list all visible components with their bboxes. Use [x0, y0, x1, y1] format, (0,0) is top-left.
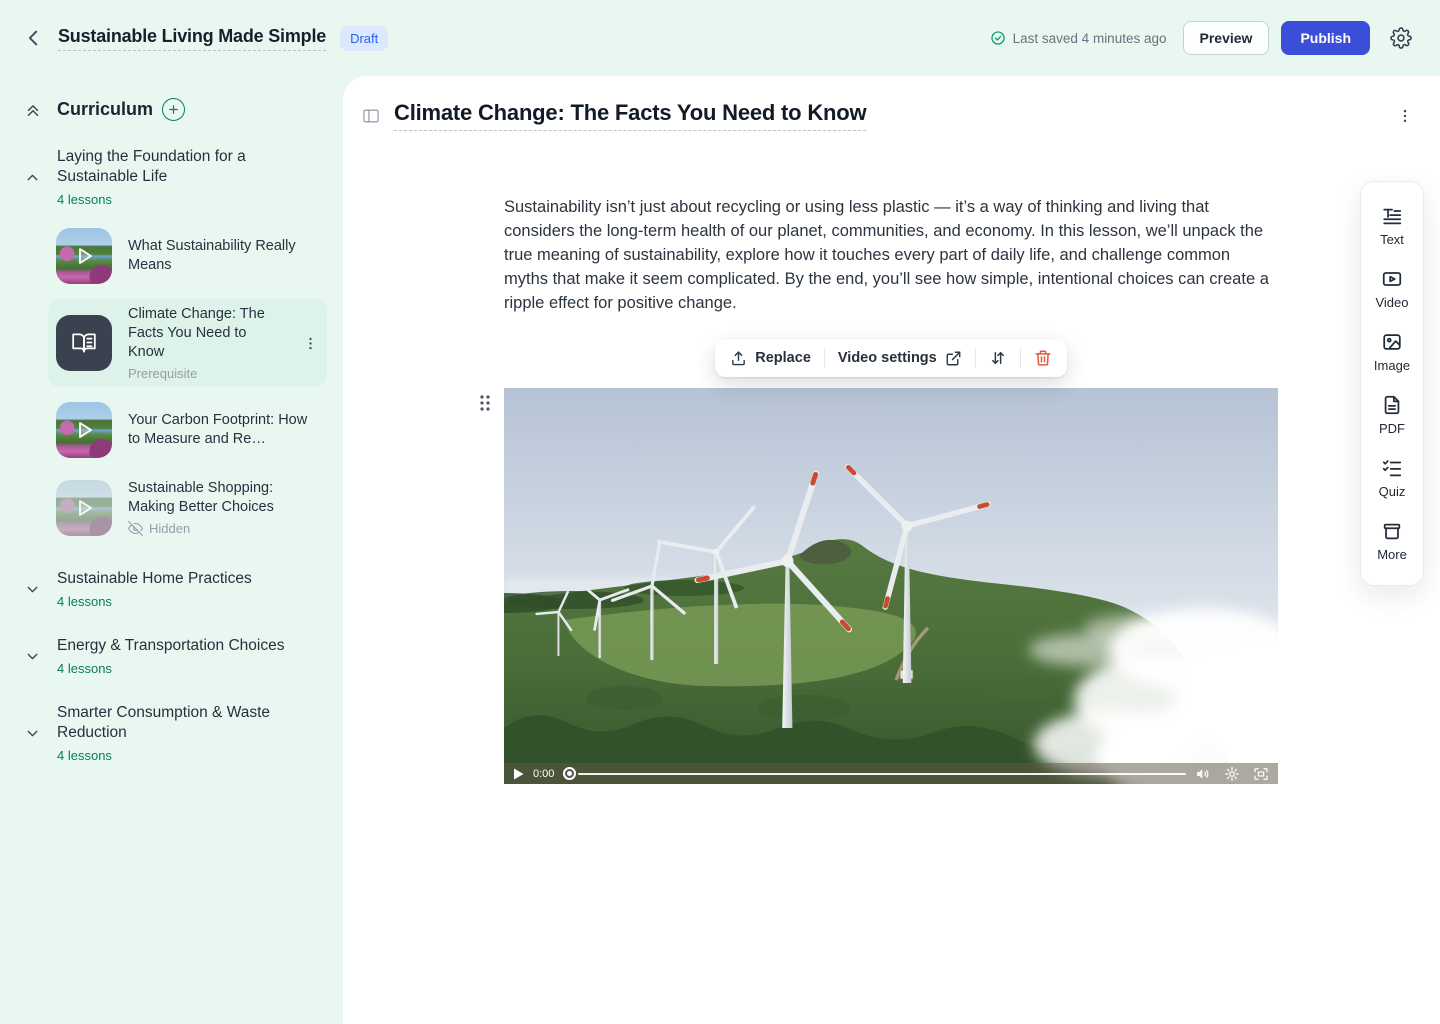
check-circle-icon [990, 30, 1006, 46]
gear-icon[interactable] [1388, 25, 1414, 51]
video-scrubber[interactable] [563, 767, 1186, 780]
wind-farm-video-still [504, 388, 1278, 784]
lesson-hidden-status: Hidden [128, 521, 319, 536]
trash-icon[interactable] [1034, 349, 1052, 367]
section-header[interactable]: Sustainable Home Practices 4 lessons [0, 569, 343, 609]
curriculum-title: Curriculum [57, 99, 153, 120]
lesson-title: Climate Change: The Facts You Need to Kn… [128, 305, 286, 362]
lesson-item-selected[interactable]: Climate Change: The Facts You Need to Kn… [48, 299, 327, 387]
course-title[interactable]: Sustainable Living Made Simple [58, 26, 326, 51]
external-link-icon [945, 350, 962, 367]
curriculum-section: Laying the Foundation for a Sustainable … [0, 147, 343, 542]
section-header[interactable]: Laying the Foundation for a Sustainable … [0, 147, 343, 207]
lesson-editor-panel: Climate Change: The Facts You Need to Kn… [343, 76, 1440, 1024]
palette-item-text[interactable]: Text [1380, 205, 1404, 247]
fullscreen-icon[interactable] [1253, 766, 1269, 782]
curriculum-header: Curriculum [0, 98, 343, 121]
lesson-title: Sustainable Shopping: Making Better Choi… [128, 479, 319, 517]
video-controls-bar: 0:00 [504, 763, 1278, 784]
palette-item-video[interactable]: Video [1375, 268, 1408, 310]
palette-item-image[interactable]: Image [1374, 331, 1410, 373]
video-thumbnail [56, 228, 112, 284]
image-block-icon [1381, 331, 1403, 353]
collapse-all-icon[interactable] [24, 101, 42, 119]
curriculum-section: Sustainable Home Practices 4 lessons [0, 569, 343, 609]
palette-item-pdf[interactable]: PDF [1379, 394, 1405, 436]
palette-item-more[interactable]: More [1377, 520, 1407, 562]
toolbar-divider [824, 348, 825, 368]
status-badge: Draft [340, 26, 388, 51]
play-button[interactable] [513, 768, 524, 780]
reading-lesson-icon [56, 315, 112, 371]
chevron-down-icon[interactable] [24, 581, 41, 598]
lesson-prerequisite-label: Prerequisite [128, 366, 286, 381]
quiz-block-icon [1381, 457, 1403, 479]
lesson-item[interactable]: What Sustainability Really Means [48, 222, 327, 290]
palette-item-quiz[interactable]: Quiz [1379, 457, 1406, 499]
toolbar-divider [1020, 348, 1021, 368]
header-actions: Last saved 4 minutes ago Preview Publish [990, 21, 1414, 55]
volume-icon[interactable] [1195, 766, 1211, 782]
block-palette: Text Video Image PDF Quiz More [1360, 181, 1424, 586]
section-header[interactable]: Energy & Transportation Choices 4 lesson… [0, 636, 343, 676]
pdf-block-icon [1381, 394, 1403, 416]
play-icon [73, 419, 95, 441]
chevron-down-icon[interactable] [24, 648, 41, 665]
section-header[interactable]: Smarter Consumption & Waste Reduction 4 … [0, 703, 343, 763]
chevron-up-icon[interactable] [24, 169, 41, 186]
section-title: Laying the Foundation for a Sustainable … [57, 147, 293, 187]
video-thumbnail [56, 480, 112, 536]
book-open-icon [71, 330, 97, 356]
eye-off-icon [128, 521, 143, 536]
video-time: 0:00 [533, 768, 554, 780]
player-settings-icon[interactable] [1224, 766, 1240, 782]
section-lesson-count: 4 lessons [57, 748, 293, 763]
last-saved-text: Last saved 4 minutes ago [1013, 31, 1167, 46]
curriculum-section: Energy & Transportation Choices 4 lesson… [0, 636, 343, 676]
back-button[interactable] [22, 26, 46, 50]
section-lesson-count: 4 lessons [57, 661, 284, 676]
lesson-title: Your Carbon Footprint: How to Measure an… [128, 411, 319, 449]
section-title: Sustainable Home Practices [57, 569, 252, 589]
last-saved-status: Last saved 4 minutes ago [990, 30, 1167, 46]
section-title: Smarter Consumption & Waste Reduction [57, 703, 293, 743]
lesson-heading[interactable]: Climate Change: The Facts You Need to Kn… [394, 100, 866, 131]
add-section-button[interactable] [162, 98, 185, 121]
swap-vertical-icon[interactable] [989, 349, 1007, 367]
plus-icon [167, 103, 180, 116]
video-settings-button[interactable]: Video settings [838, 350, 962, 367]
scrubber-track[interactable] [578, 773, 1186, 775]
curriculum-sidebar: Curriculum Laying the Foundation for a S… [0, 76, 343, 1024]
top-bar: Sustainable Living Made Simple Draft Las… [0, 0, 1440, 76]
section-lesson-count: 4 lessons [57, 594, 252, 609]
lesson-kebab-icon[interactable] [302, 335, 319, 352]
toolbar-divider [975, 348, 976, 368]
scrubber-knob[interactable] [563, 767, 576, 780]
section-lesson-count: 4 lessons [57, 192, 293, 207]
publish-button[interactable]: Publish [1281, 21, 1370, 55]
lesson-options-kebab-icon[interactable] [1396, 107, 1414, 125]
play-icon [73, 497, 95, 519]
curriculum-section: Smarter Consumption & Waste Reduction 4 … [0, 703, 343, 763]
lesson-intro-paragraph[interactable]: Sustainability isn’t just about recyclin… [504, 195, 1278, 315]
preview-button[interactable]: Preview [1183, 21, 1270, 55]
lesson-list: What Sustainability Really Means Climate… [48, 222, 327, 542]
lesson-title: What Sustainability Really Means [128, 237, 319, 275]
video-thumbnail [56, 402, 112, 458]
video-block-icon [1381, 268, 1403, 290]
more-block-icon [1381, 520, 1403, 542]
section-title: Energy & Transportation Choices [57, 636, 284, 656]
chevron-down-icon[interactable] [24, 725, 41, 742]
lesson-item[interactable]: Your Carbon Footprint: How to Measure an… [48, 396, 327, 464]
upload-icon [730, 350, 747, 367]
text-block-icon [1381, 205, 1403, 227]
video-block[interactable]: 0:00 [504, 388, 1278, 784]
drag-handle-icon[interactable] [478, 394, 492, 412]
lesson-item-hidden[interactable]: Sustainable Shopping: Making Better Choi… [48, 473, 327, 542]
play-icon [73, 245, 95, 267]
video-frame [504, 388, 1278, 784]
replace-button[interactable]: Replace [730, 350, 811, 367]
video-block-toolbar: Replace Video settings [715, 339, 1066, 377]
panel-toggle-icon[interactable] [361, 106, 381, 126]
